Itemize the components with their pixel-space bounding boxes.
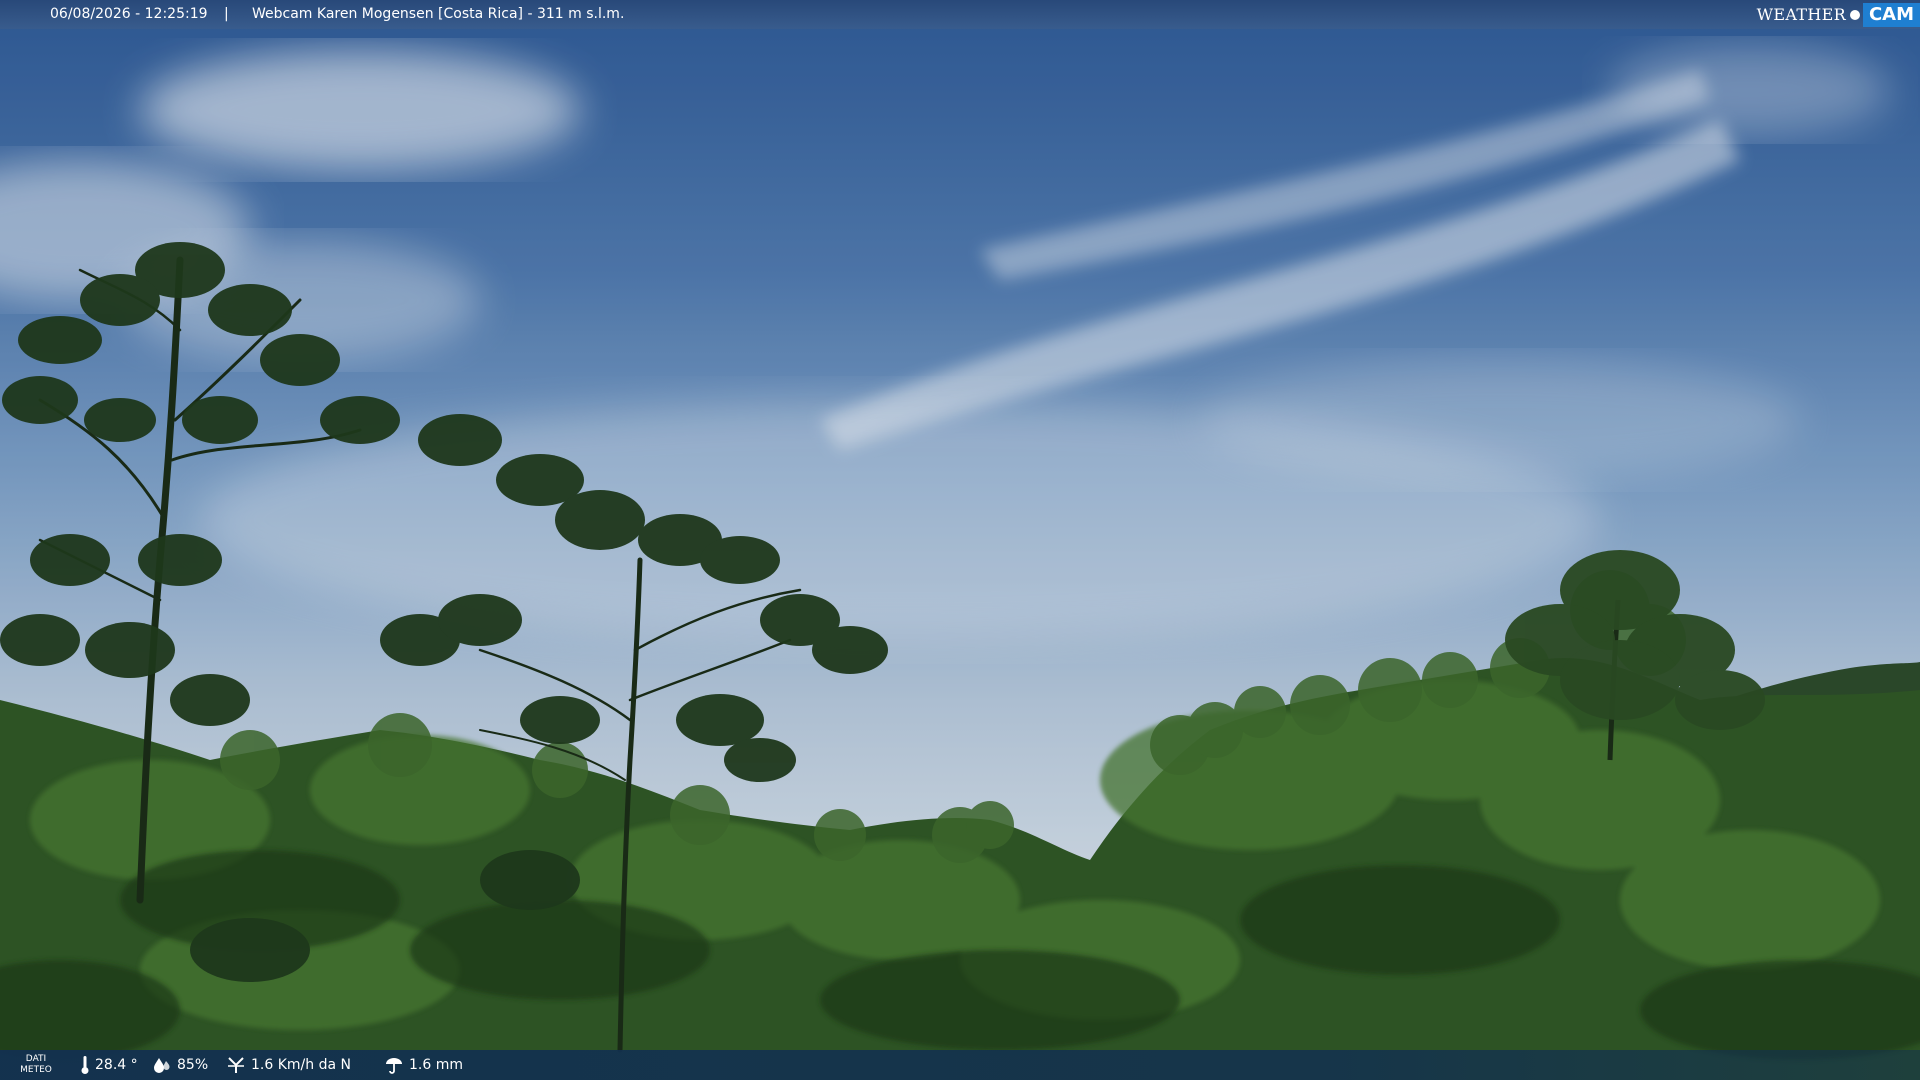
weathercam-logo: WEATHER CAM <box>1757 0 1920 29</box>
top-info-bar: 06/08/2026 - 12:25:19 | Webcam Karen Mog… <box>0 0 1920 29</box>
logo-cam-text: CAM <box>1862 2 1920 27</box>
header-separator: | <box>224 6 229 22</box>
datetime-text: 06/08/2026 - 12:25:19 <box>50 6 208 22</box>
humidity-item: 85% <box>152 1050 208 1080</box>
temperature-value: 28.4 ° <box>95 1057 138 1073</box>
wind-value: 1.6 Km/h da N <box>251 1057 351 1073</box>
temperature-item: 28.4 ° <box>80 1050 138 1080</box>
wind-item: 1.6 Km/h da N <box>226 1050 351 1080</box>
dati-label-line2: METEO <box>20 1065 52 1075</box>
humidity-value: 85% <box>177 1057 209 1073</box>
logo-dot-icon <box>1849 9 1860 20</box>
wind-icon <box>228 1057 244 1073</box>
rain-icon <box>386 1058 402 1074</box>
thermometer-icon <box>81 1056 89 1074</box>
rain-value: 1.6 mm <box>409 1057 463 1073</box>
rain-item: 1.6 mm <box>384 1050 463 1080</box>
webcam-title: Webcam Karen Mogensen [Costa Rica] - 311… <box>252 6 625 22</box>
dati-meteo-label: DATI METEO <box>18 1054 54 1076</box>
humidity-icon <box>154 1058 170 1073</box>
logo-weather-text: WEATHER <box>1756 5 1846 24</box>
webcam-image <box>0 0 1920 1080</box>
dati-label-line1: DATI <box>25 1054 47 1064</box>
weather-data-bar: DATI METEO 28.4 ° 85% 1.6 Km/h da N 1.6 … <box>0 1050 1920 1080</box>
